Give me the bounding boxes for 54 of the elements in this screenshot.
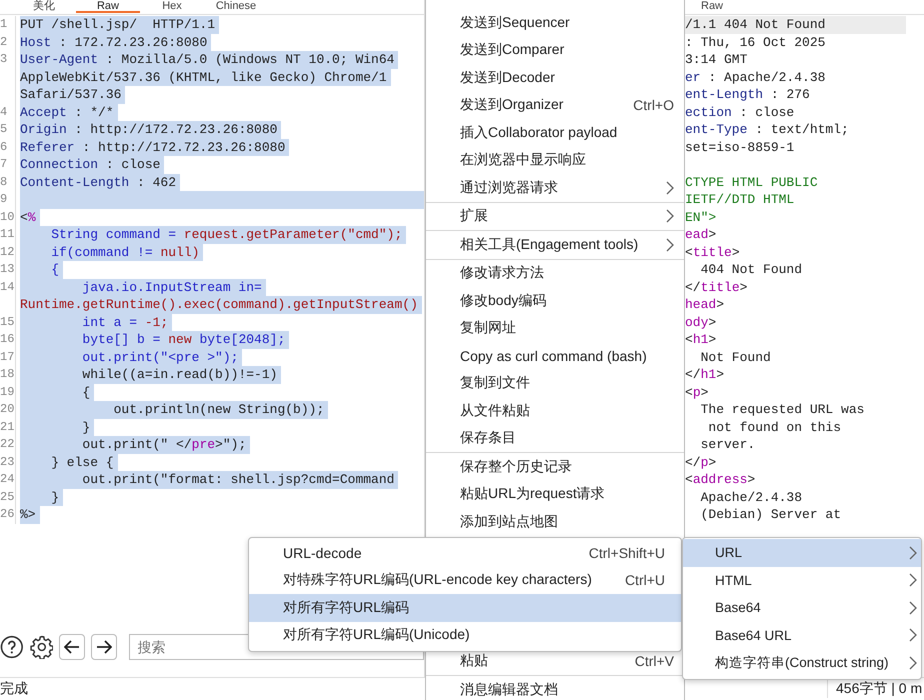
code-line: not found on this [707, 418, 842, 436]
line-number: 5 [0, 121, 16, 138]
line-number: 13 [0, 261, 16, 278]
line-number: 1 [0, 16, 16, 34]
code-line: CTYPE HTML PUBLIC [684, 174, 819, 191]
code-line: ody> [684, 314, 718, 331]
line-number: 24 [0, 471, 16, 488]
line-number: 11 [0, 226, 16, 244]
code-line: <h1> [684, 331, 718, 348]
code-line: IETF//DTD HTML [684, 191, 796, 208]
line-number: 4 [0, 104, 16, 121]
code-line: er : Apache/2.4.38 [684, 68, 826, 86]
code-line: Apache/2.4.38 [700, 488, 804, 506]
code-line: ent-Length : 276 [684, 86, 811, 104]
code-line: <p> [684, 384, 710, 401]
line-number: 8 [0, 174, 16, 191]
code-line: head> [684, 296, 726, 314]
code-line: The requested URL was [700, 401, 866, 418]
line-number: 12 [0, 244, 16, 261]
code-line: ection : close [684, 104, 796, 121]
code-line: <title> [684, 244, 741, 261]
line-number: 7 [0, 156, 16, 174]
line-number: 23 [0, 454, 16, 471]
line-number: 2 [0, 34, 16, 51]
code-line: <address> [684, 471, 756, 488]
code-line: ent-Type : text/html; [684, 121, 850, 138]
line-number: 19 [0, 384, 16, 401]
line-number: 25 [0, 488, 16, 506]
code-line: </title> [684, 278, 748, 296]
code-line: </h1> [684, 366, 726, 384]
line-number: 16 [0, 331, 16, 348]
code-line: set=iso-8859-1 [684, 138, 796, 156]
line-number: 15 [0, 314, 16, 331]
line-number: 18 [0, 366, 16, 384]
code-line: ead> [684, 226, 718, 244]
code-line: : Thu, 16 Oct 2025 [684, 34, 826, 51]
line-number: 22 [0, 436, 16, 454]
line-number: 9 [0, 191, 16, 208]
line-number: 14 [0, 278, 16, 296]
line-number: 10 [0, 208, 16, 226]
line-number: 21 [0, 418, 16, 436]
line-number: 3 [0, 51, 16, 68]
line-number: 20 [0, 401, 16, 418]
code-line: EN"> [684, 208, 718, 226]
code-line: Not Found [700, 348, 772, 366]
code-line: (Debian) Server at [700, 506, 842, 524]
status-text: 完成 [0, 680, 28, 698]
line-number: 6 [0, 138, 16, 156]
line-number: 17 [0, 348, 16, 366]
code-line: </p> [684, 454, 718, 471]
code-line: server. [700, 436, 756, 454]
code-line: 3:14 GMT [684, 51, 748, 68]
code-line: 404 Not Found [700, 261, 804, 278]
line-number: 26 [0, 506, 16, 524]
